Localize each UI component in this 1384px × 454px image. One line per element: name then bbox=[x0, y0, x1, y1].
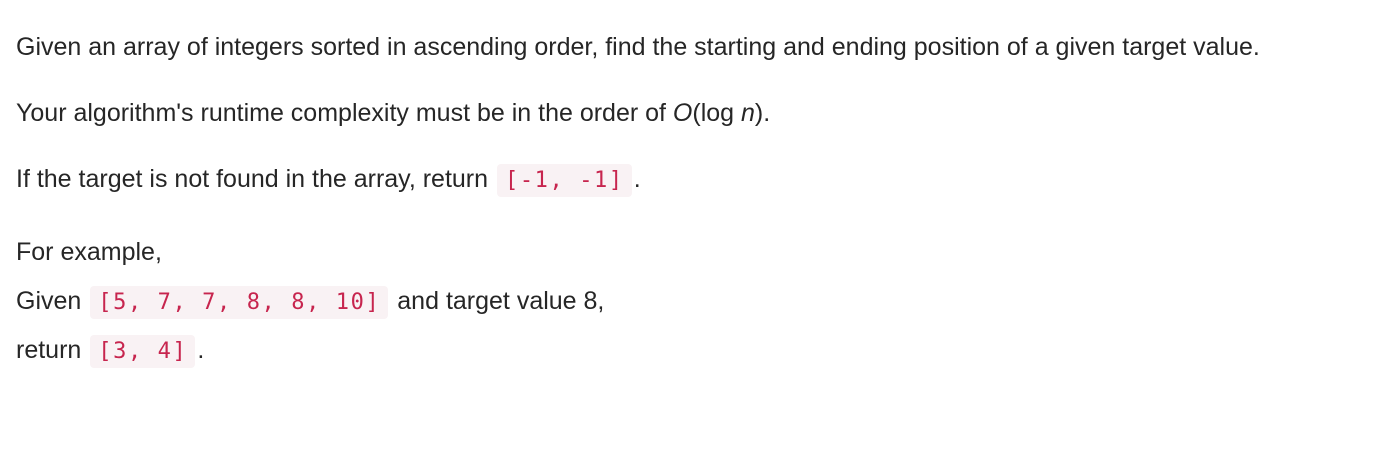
example-intro: For example, bbox=[16, 238, 162, 266]
big-o-symbol: O bbox=[672, 99, 693, 127]
complexity-end: ). bbox=[754, 99, 771, 127]
return-label: return bbox=[16, 336, 82, 364]
not-found-end: . bbox=[633, 165, 641, 193]
given-after-text: and target value 8, bbox=[397, 287, 605, 315]
not-found-rule: If the target is not found in the array,… bbox=[16, 156, 1366, 204]
example-given-line: Given [5, 7, 7, 8, 8, 10] and target val… bbox=[16, 277, 1366, 326]
example-result-code: [3, 4] bbox=[90, 335, 196, 368]
not-found-code: [-1, -1] bbox=[496, 164, 632, 197]
complexity-text: Your algorithm's runtime complexity must… bbox=[16, 99, 673, 127]
given-label: Given bbox=[16, 287, 82, 315]
example-return-line: return [3, 4]. bbox=[16, 326, 1366, 375]
example-block: For example, Given [5, 7, 7, 8, 8, 10] a… bbox=[16, 228, 1366, 375]
complexity-requirement: Your algorithm's runtime complexity must… bbox=[16, 90, 1366, 136]
return-end: . bbox=[197, 336, 205, 364]
not-found-text: If the target is not found in the array,… bbox=[16, 165, 495, 193]
problem-description: Given an array of integers sorted in asc… bbox=[16, 24, 1366, 375]
problem-statement: Given an array of integers sorted in asc… bbox=[16, 33, 1260, 61]
log-text: (log bbox=[692, 99, 742, 127]
n-variable: n bbox=[741, 99, 755, 127]
example-array-code: [5, 7, 7, 8, 8, 10] bbox=[90, 286, 389, 319]
